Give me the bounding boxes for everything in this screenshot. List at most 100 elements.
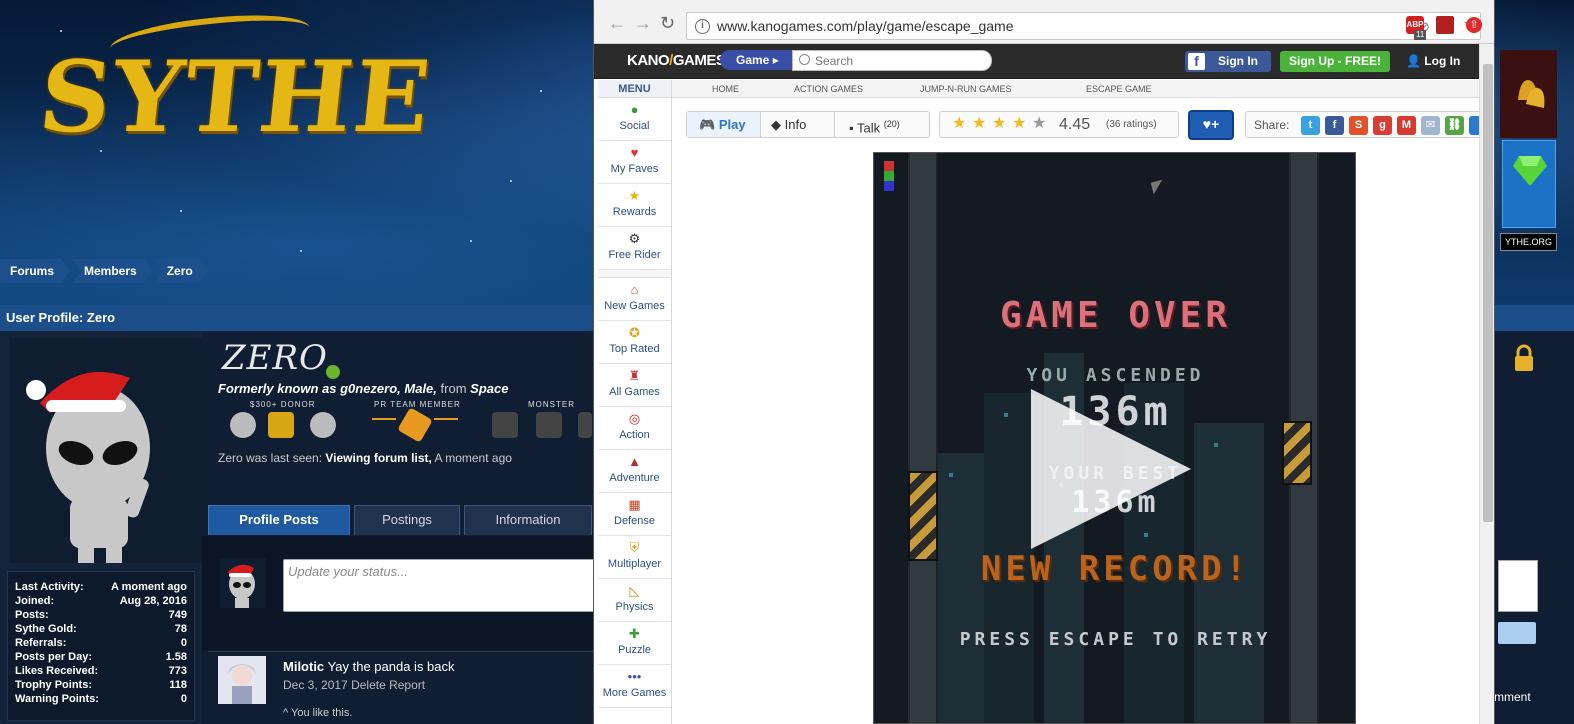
url-text[interactable]: www.kanogames.com/play/game/escape_game xyxy=(717,18,1014,34)
network-badge-icon[interactable] xyxy=(372,418,396,432)
twitter-icon[interactable]: t xyxy=(1301,116,1320,135)
link-icon[interactable]: ⛓ xyxy=(1445,116,1464,135)
right-submit-button[interactable] xyxy=(1498,622,1536,644)
sidebar-item-social[interactable]: ● Social xyxy=(598,98,671,141)
rating-star-icon[interactable]: ★ xyxy=(972,116,986,132)
star-icon: ★ xyxy=(628,188,641,203)
pdf-extension-icon[interactable] xyxy=(1436,16,1454,34)
shield-icon: ⛨ xyxy=(629,540,640,555)
email-icon[interactable]: ✉ xyxy=(1421,116,1440,135)
post-meta: Dec 3, 2017 Delete Report xyxy=(283,678,425,692)
rating-star-icon[interactable]: ★ xyxy=(952,116,966,132)
post-author-avatar[interactable] xyxy=(218,656,266,704)
rating-star-icon[interactable]: ★ xyxy=(992,116,1006,132)
sidebar-item-my-faves[interactable]: ♥ My Faves xyxy=(598,141,671,184)
tab-profile-posts[interactable]: Profile Posts xyxy=(208,505,350,535)
gmail-icon[interactable]: M xyxy=(1397,116,1416,135)
sidebar-item-rewards[interactable]: ★ Rewards xyxy=(598,184,671,227)
signup-button[interactable]: Sign Up - FREE! xyxy=(1280,51,1390,72)
tag-icon: ◆ xyxy=(771,117,781,132)
game-category-dropdown[interactable]: Game ▸ xyxy=(720,50,792,70)
sidebar-item-defense[interactable]: ▦ Defense xyxy=(598,493,671,536)
search-input[interactable]: Search xyxy=(792,50,992,71)
breadcrumb-forums[interactable]: Forums xyxy=(0,259,70,283)
user-subtitle: Formerly known as g0nezero, Male, from S… xyxy=(218,381,509,396)
right-comment-link[interactable]: mment xyxy=(1494,690,1574,704)
last-seen-link[interactable]: Viewing forum list, xyxy=(325,451,431,465)
sidebar-item-puzzle[interactable]: ✚ Puzzle xyxy=(598,622,671,665)
back-icon[interactable]: ← xyxy=(608,14,626,32)
facebook-signin-button[interactable]: f Sign In xyxy=(1185,51,1271,72)
reload-icon[interactable]: ↻ xyxy=(660,14,675,32)
tab-talk[interactable]: ▪ Talk (20) xyxy=(835,112,929,137)
alien-badge-icon[interactable] xyxy=(230,412,256,438)
sidebar-item-physics[interactable]: ◺ Physics xyxy=(598,579,671,622)
mouse-cursor-icon xyxy=(1150,179,1166,195)
upload-extension-icon[interactable]: ⇧ xyxy=(1466,17,1482,33)
kanogames-logo[interactable]: KANO/GAMES xyxy=(627,52,726,69)
profile-header-title: User Profile: Zero xyxy=(6,310,116,325)
badge-label-donor: $300+ DONOR xyxy=(250,400,316,409)
monster-badge-icon[interactable] xyxy=(492,412,518,438)
sidebar-item-all-games[interactable]: ♜ All Games xyxy=(598,364,671,407)
gem-ad[interactable] xyxy=(1502,140,1556,228)
page-scrollbar[interactable] xyxy=(1479,44,1494,724)
crumb-home[interactable]: HOME xyxy=(712,84,739,94)
add-favorite-button[interactable]: ♥+ xyxy=(1188,110,1234,140)
rating-value: 4.45 xyxy=(1059,116,1091,133)
share-label: Share: xyxy=(1254,118,1290,132)
info-icon[interactable]: i xyxy=(695,19,710,34)
forward-icon[interactable]: → xyxy=(634,14,652,32)
breadcrumb-members[interactable]: Members xyxy=(72,259,153,283)
scrollbar-thumb[interactable] xyxy=(1483,64,1493,522)
monster-badge-icon[interactable] xyxy=(578,412,592,438)
sythe-logo[interactable]: SYTHE xyxy=(34,40,437,155)
crumb-jump-n-run-games[interactable]: JUMP-N-RUN GAMES xyxy=(920,84,1012,94)
crumb-action-games[interactable]: ACTION GAMES xyxy=(794,84,863,94)
address-bar[interactable]: i www.kanogames.com/play/game/escape_gam… xyxy=(686,12,1481,40)
tab-info[interactable]: ◆ Info xyxy=(761,112,835,137)
ornament-ad[interactable] xyxy=(1500,50,1557,138)
stat-likes-received: Likes Received: 773 xyxy=(15,665,187,677)
user-stats-panel: Last Activity: A moment ago Joined: Aug 28… xyxy=(7,571,195,721)
game-canvas[interactable]: GAME OVER YOU ASCENDED 136m YOUR BEST 13… xyxy=(873,152,1356,724)
medal-icon: ✪ xyxy=(629,325,640,340)
rating-star-empty-icon[interactable]: ★ xyxy=(1032,116,1046,132)
game-breadcrumb: HOME ACTION GAMES JUMP-N-RUN GAMES ESCAP… xyxy=(672,80,1481,98)
sidebar-item-free-rider[interactable]: ⚙ Free Rider xyxy=(598,227,671,270)
login-button[interactable]: 👤 Log In xyxy=(1406,51,1460,72)
sidebar-item-adventure[interactable]: ▲ Adventure xyxy=(598,450,671,493)
sidebar-item-action[interactable]: ◎ Action xyxy=(598,407,671,450)
menu-color-icon[interactable] xyxy=(884,161,894,191)
ruler-icon: ◺ xyxy=(629,583,640,598)
badge-label-pr-team: PR TEAM MEMBER xyxy=(374,400,461,409)
post-author-link[interactable]: Milotic xyxy=(283,659,324,674)
stumbleupon-icon[interactable]: S xyxy=(1349,116,1368,135)
google-plus-icon[interactable]: g xyxy=(1373,116,1392,135)
sidebar-item-multiplayer[interactable]: ⛨ Multiplayer xyxy=(598,536,671,579)
monster-badge-icon[interactable] xyxy=(536,412,562,438)
alien-badge-icon[interactable] xyxy=(310,412,336,438)
sidebar-item-new-games[interactable]: ⌂ New Games xyxy=(598,278,671,321)
online-status-dot xyxy=(326,365,340,379)
post-delete-link[interactable]: Delete xyxy=(351,678,386,692)
status-update-input[interactable]: Update your status... xyxy=(283,559,603,612)
share-bar: Share: t f S g M ✉ ⛓ xyxy=(1245,111,1481,138)
play-overlay-icon[interactable] xyxy=(1031,389,1191,549)
rating-star-icon[interactable]: ★ xyxy=(1012,116,1026,132)
tab-postings[interactable]: Postings xyxy=(354,505,460,535)
abp-count-badge: 11 xyxy=(1414,30,1427,40)
sidebar-item-top-rated[interactable]: ✪ Top Rated xyxy=(598,321,671,364)
post-report-link[interactable]: Report xyxy=(389,678,425,692)
tab-information[interactable]: Information xyxy=(464,505,592,535)
post-divider xyxy=(208,651,598,652)
crumb-escape-game: ESCAPE GAME xyxy=(1086,84,1152,94)
right-text-input[interactable] xyxy=(1498,560,1538,612)
tab-play[interactable]: 🎮 Play xyxy=(687,112,761,137)
post-date[interactable]: Dec 3, 2017 xyxy=(283,678,348,692)
breadcrumb-zero[interactable]: Zero xyxy=(155,259,209,283)
gold-badge-icon[interactable] xyxy=(268,412,294,438)
sidebar-item-more-games[interactable]: ••• More Games xyxy=(598,665,671,708)
network-badge-icon[interactable] xyxy=(434,418,458,432)
facebook-share-icon[interactable]: f xyxy=(1325,116,1344,135)
